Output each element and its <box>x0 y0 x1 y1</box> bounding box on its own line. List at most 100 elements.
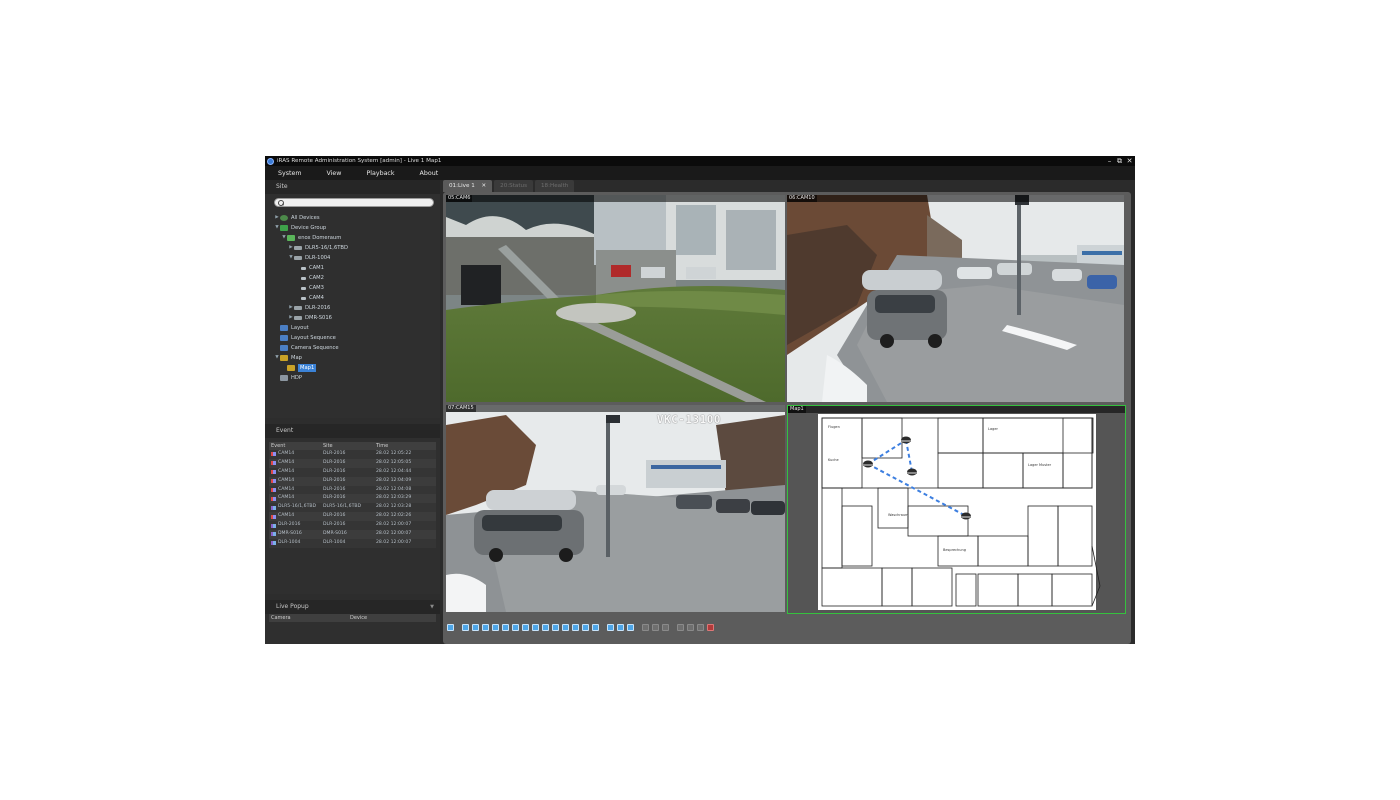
layout-5x5-icon[interactable] <box>502 623 509 631</box>
column-header-device[interactable]: Device <box>350 614 367 622</box>
screen-option-icon[interactable] <box>642 623 649 631</box>
previous-page-icon[interactable] <box>617 623 624 631</box>
tree-item[interactable]: Layout <box>265 323 440 333</box>
chevron-down-icon[interactable]: ▼ <box>430 600 434 614</box>
dvr-icon <box>294 316 302 320</box>
tree-item[interactable]: CAM1 <box>265 263 440 273</box>
tree-item-label: Layout Sequence <box>291 335 336 341</box>
table-row[interactable]: CAM14 DLR-2016 28.02 12:05:22 <box>269 450 436 459</box>
tab-live-1[interactable]: 01:Live 1 ✕ <box>443 180 493 192</box>
tab-status[interactable]: 20:Status <box>494 180 533 192</box>
map-camera-marker[interactable] <box>961 512 971 520</box>
tree-item-label: enox Domeraum <box>298 235 342 241</box>
layout-custom-icon[interactable] <box>582 623 589 631</box>
tree-item[interactable]: ▼ Map <box>265 353 440 363</box>
layout-2x2-icon[interactable] <box>472 623 479 631</box>
column-header-time[interactable]: Time <box>376 442 436 450</box>
site-search-box[interactable] <box>274 198 434 207</box>
camera-pane-cam15[interactable]: 07:CAM15 VKC-13100 <box>446 405 785 612</box>
close-icon[interactable]: ✕ <box>1126 156 1133 166</box>
tree-item[interactable]: HDP <box>265 373 440 383</box>
tree-item[interactable]: ▼ Device Group <box>265 223 440 233</box>
site-search-input[interactable] <box>286 199 426 206</box>
tree-item[interactable]: ▼ enox Domeraum <box>265 233 440 243</box>
site-cell: DLR-2016 <box>323 477 346 483</box>
map-camera-marker[interactable] <box>907 468 917 476</box>
time-cell: 28.02 12:02:26 <box>376 513 412 519</box>
column-header-site[interactable]: Site <box>323 442 376 450</box>
live-viewer: 05:CAM6 06:CAM10 07:CAM15 VKC-13100 Map1… <box>443 192 1131 644</box>
table-row[interactable]: CAM14 DLR-2016 28.02 12:04:09 <box>269 476 436 486</box>
tree-item[interactable]: Map1 <box>265 363 440 373</box>
column-header-event[interactable]: Event <box>269 442 323 450</box>
layout-4x4-icon[interactable] <box>492 623 499 631</box>
menu-system[interactable]: System <box>265 170 313 177</box>
map-camera-marker[interactable] <box>863 460 873 468</box>
fullscreen-icon[interactable] <box>607 623 614 631</box>
table-row[interactable]: CAM14 DLR-2016 28.02 12:04:44 <box>269 467 436 477</box>
app-window: iRAS Remote Administration System [admin… <box>265 156 1135 644</box>
tree-item-label: DLR-2016 <box>305 305 331 311</box>
event-cell: CAM14 <box>269 459 323 468</box>
device-event-icon <box>271 505 276 510</box>
table-row[interactable]: CAM14 DLR-2016 28.02 12:05:05 <box>269 458 436 468</box>
time-cell: 28.02 12:04:08 <box>376 486 412 492</box>
record-icon[interactable] <box>707 623 714 631</box>
table-row[interactable]: DMR-S016 DMR-S016 28.02 12:00:07 <box>269 530 436 539</box>
layout-2plus8-icon[interactable] <box>562 623 569 631</box>
tree-item[interactable]: CAM3 <box>265 283 440 293</box>
menu-playback[interactable]: Playback <box>353 170 406 177</box>
camera-title-icon[interactable] <box>677 623 684 631</box>
deinterlace-icon[interactable] <box>662 623 669 631</box>
layout-1plus12-icon[interactable] <box>552 623 559 631</box>
table-row[interactable]: CAM14 DLR-2016 28.02 12:04:08 <box>269 485 436 495</box>
table-row[interactable]: DLR-1004 DLR-1004 28.02 12:00:07 <box>269 538 436 548</box>
layout-3x3-icon[interactable] <box>482 623 489 631</box>
minimize-icon[interactable]: – <box>1106 156 1113 166</box>
tree-item[interactable]: ▶ DMR-S016 <box>265 313 440 323</box>
tree-item[interactable]: ▼ DLR-1004 <box>265 253 440 263</box>
camera-pane-cam6[interactable]: 05:CAM6 <box>446 195 785 402</box>
layout-1plus9-icon[interactable] <box>542 623 549 631</box>
table-row[interactable]: CAM14 DLR-2016 28.02 12:02:26 <box>269 512 436 522</box>
map-room-label: Kuche <box>828 458 839 462</box>
event-name: DLR-1004 <box>278 539 301 545</box>
time-cell: 28.02 12:00:07 <box>376 522 412 528</box>
camera-pane-cam10[interactable]: 06:CAM10 <box>787 195 1124 402</box>
layout-wide-icon[interactable] <box>592 623 599 631</box>
site-cell: DLR-1004 <box>323 539 346 545</box>
tree-item[interactable]: ▶ DLR-2016 <box>265 303 440 313</box>
layout-6x6-icon[interactable] <box>512 623 519 631</box>
menu-view[interactable]: View <box>313 170 353 177</box>
site-tree: ▶ All Devices ▼ Device Group ▼ enox Domeraum ▶… <box>265 213 440 383</box>
column-header-camera[interactable]: Camera <box>269 614 350 622</box>
tab-health[interactable]: 18:Health <box>534 180 575 192</box>
layout-1plus5-icon[interactable] <box>522 623 529 631</box>
menu-about[interactable]: About <box>407 170 451 177</box>
live-popup-title-text: Live Popup <box>276 603 309 610</box>
camera-feed-image <box>787 195 1124 402</box>
tree-item[interactable]: ▶ All Devices <box>265 213 440 223</box>
layout-3plus4-icon[interactable] <box>572 623 579 631</box>
map-camera-marker[interactable] <box>901 436 911 444</box>
tree-item[interactable]: ▶ DLR5-16/1,6TBD <box>265 243 440 253</box>
table-row[interactable]: DLR-2016 DLR-2016 28.02 12:00:07 <box>269 521 436 531</box>
audio-icon[interactable] <box>697 623 704 631</box>
layout-1-icon[interactable] <box>462 623 469 631</box>
map-pane[interactable]: Map1 Flugen Kuche Lager Lager Muster Was… <box>787 405 1126 614</box>
map-icon <box>280 355 288 361</box>
aspect-ratio-icon[interactable] <box>652 623 659 631</box>
table-row[interactable]: CAM14 DLR-2016 28.02 12:03:29 <box>269 494 436 504</box>
tree-item[interactable]: CAM4 <box>265 293 440 303</box>
tree-item[interactable]: Layout Sequence <box>265 333 440 343</box>
osd-icon[interactable] <box>687 623 694 631</box>
next-page-icon[interactable] <box>627 623 634 631</box>
camera-icon <box>301 266 306 270</box>
tab-close-icon[interactable]: ✕ <box>482 183 487 189</box>
table-row[interactable]: DLR5-16/1,6TBD DLR5-16/1,6TBD 28.02 12:03:… <box>269 503 436 513</box>
layout-1plus7-icon[interactable] <box>532 623 539 631</box>
layout-1x1-icon[interactable] <box>447 623 454 631</box>
tree-item[interactable]: CAM2 <box>265 273 440 283</box>
restore-icon[interactable]: ⧉ <box>1116 156 1123 166</box>
tree-item[interactable]: Camera Sequence <box>265 343 440 353</box>
